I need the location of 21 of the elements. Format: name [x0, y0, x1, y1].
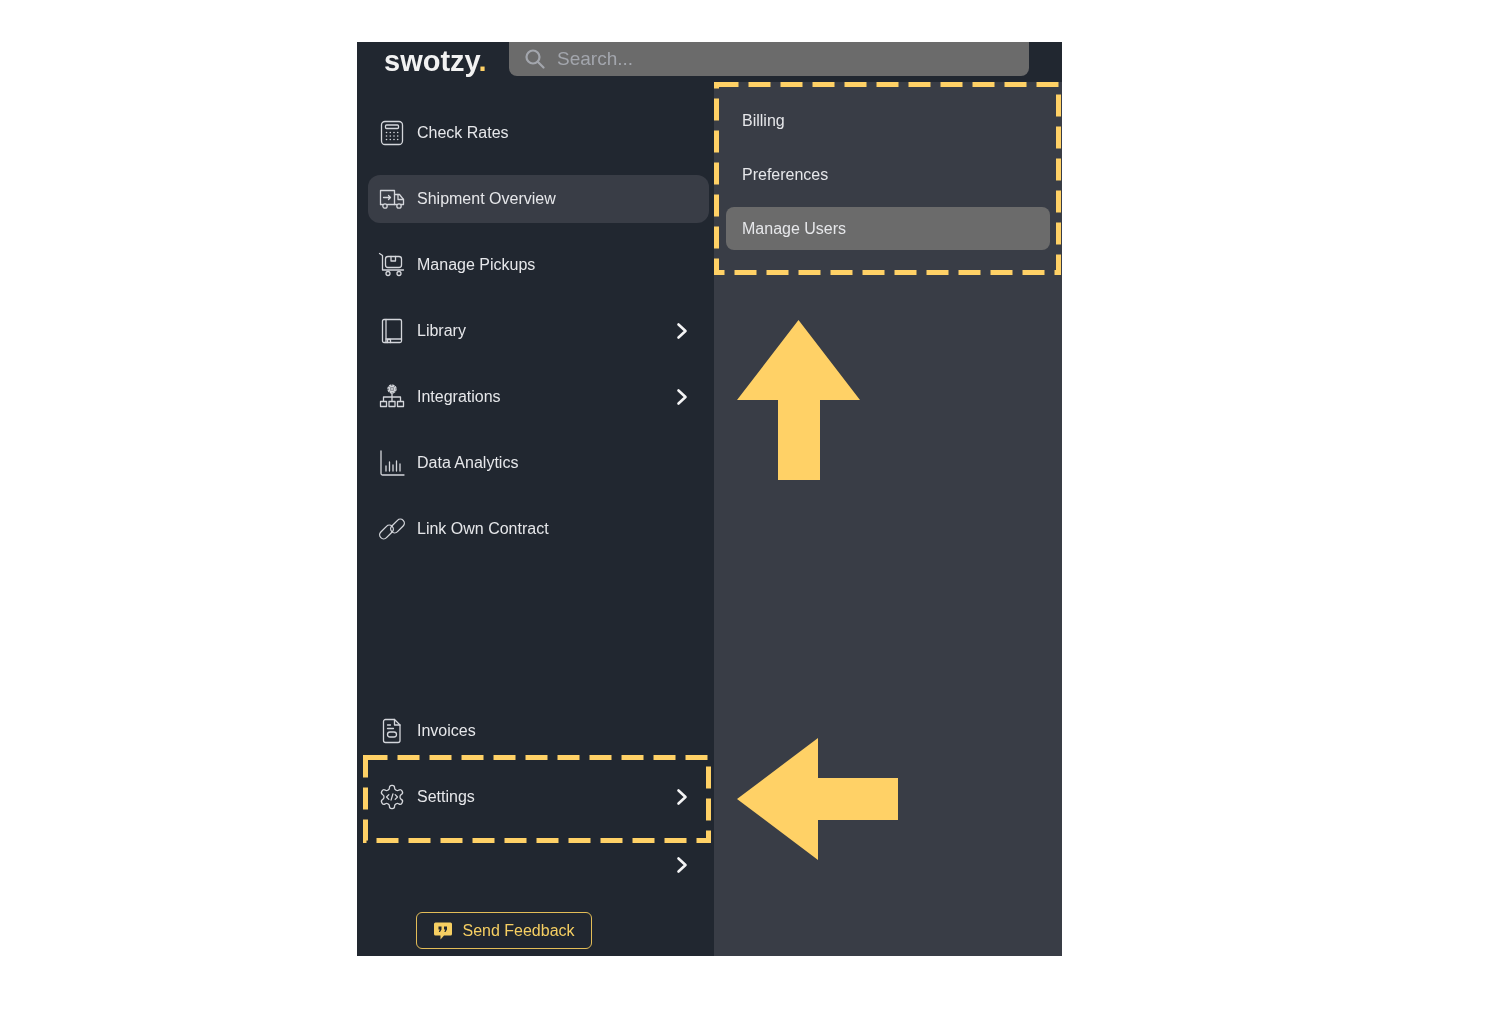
sidebar-item[interactable]: Manage Pickups — [368, 241, 709, 289]
chevron-right-icon[interactable] — [676, 856, 688, 874]
sidebar-item[interactable]: Check Rates — [368, 109, 709, 157]
sidebar-item[interactable]: Shipment Overview — [368, 175, 709, 223]
brand-logo: swotzy. — [384, 44, 487, 78]
sidebar-item[interactable]: Library — [368, 307, 709, 355]
sidebar-item[interactable]: Invoices — [368, 707, 709, 755]
speech-bubble-icon — [433, 920, 454, 941]
sidebar-item[interactable]: Link Own Contract — [368, 505, 709, 553]
bar-chart-icon — [378, 449, 406, 477]
calculator-icon — [378, 119, 406, 147]
submenu-item[interactable]: Preferences — [726, 153, 1050, 196]
submenu-item[interactable]: Manage Users — [726, 207, 1050, 250]
submenu-item[interactable]: Billing — [726, 99, 1050, 142]
search-field[interactable]: Search... — [509, 42, 1029, 76]
send-feedback-button[interactable]: Send Feedback — [416, 912, 592, 949]
cart-icon — [378, 251, 406, 279]
sidebar-item[interactable]: Integrations — [368, 373, 709, 421]
search-icon — [525, 49, 545, 69]
sidebar-item[interactable]: Data Analytics — [368, 439, 709, 487]
settings-icon — [378, 783, 406, 811]
